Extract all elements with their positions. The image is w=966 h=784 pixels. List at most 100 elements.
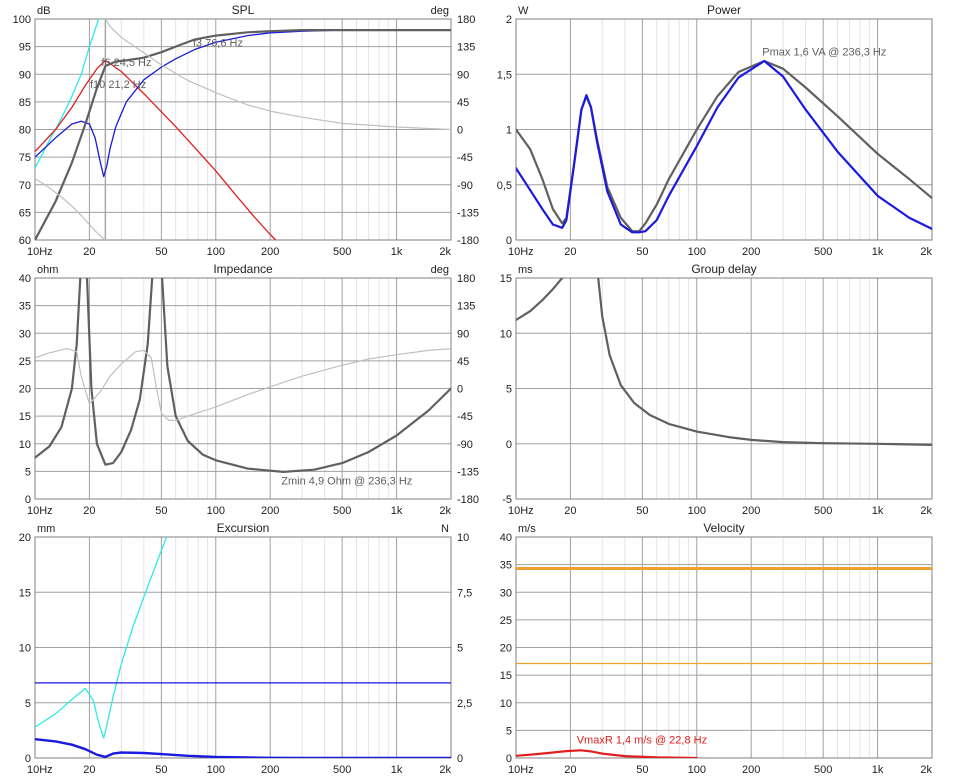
y2-tick-label: 0: [457, 384, 463, 396]
y-tick-label: 25: [19, 356, 31, 368]
y2-tick-label: -90: [457, 180, 473, 192]
x-tick-label: 20: [83, 246, 95, 258]
chart-canvas: f6 24,5 Hz f10 21,2 Hz f3 76,6 Hz SPL dB deg 1…: [13, 3, 933, 776]
right-axis-unit: deg: [431, 264, 449, 276]
y2-tick-label: -135: [457, 466, 479, 478]
y2-tick-label: 2,5: [457, 698, 472, 710]
x-tick-label: 200: [742, 505, 760, 517]
y2-tick-label: -180: [457, 494, 479, 506]
y-tick-label: 15: [19, 411, 31, 423]
x-tick-label: 100: [207, 505, 225, 517]
y-tick-label: 95: [19, 42, 31, 54]
y2-tick-label: -135: [457, 207, 479, 219]
x-tick-label: 2k: [439, 505, 451, 517]
y-tick-label: 15: [500, 670, 512, 682]
y2-tick-label: 0: [457, 125, 463, 137]
x-tick-label: 500: [333, 505, 351, 517]
y-tick-label: 20: [19, 532, 31, 544]
y-tick-label: 30: [500, 587, 512, 599]
x-tick-label: 10Hz: [508, 764, 534, 776]
x-tick-label: 200: [261, 246, 279, 258]
y2-tick-label: 10: [457, 532, 469, 544]
right-axis-unit: N: [441, 523, 449, 535]
y-tick-label: 1: [506, 125, 512, 137]
chart-panel-spl: f6 24,5 Hz f10 21,2 Hz f3 76,6 Hz SPL dB deg 1…: [13, 3, 479, 258]
y-tick-label: 90: [19, 69, 31, 81]
x-tick-label: 100: [688, 246, 706, 258]
chart-title: Excursion: [217, 521, 270, 535]
x-tick-label: 2k: [439, 764, 451, 776]
y2-tick-label: 0: [457, 753, 463, 765]
y2-tick-label: 5: [457, 643, 463, 655]
y-tick-label: 75: [19, 152, 31, 164]
y-tick-label: 0,5: [497, 180, 512, 192]
y-tick-label: 40: [19, 273, 31, 285]
y-tick-label: 0: [506, 235, 512, 247]
y-tick-label: 0: [25, 753, 31, 765]
chart-title: Group delay: [691, 262, 756, 276]
y2-tick-label: 45: [457, 356, 469, 368]
x-tick-label: 10Hz: [508, 505, 534, 517]
x-tick-label: 2k: [439, 246, 451, 258]
y2-tick-label: -45: [457, 411, 473, 423]
x-tick-label: 200: [742, 764, 760, 776]
y-tick-label: 20: [500, 643, 512, 655]
y-tick-label: 0: [506, 753, 512, 765]
x-tick-label: 50: [636, 246, 648, 258]
x-tick-label: 1k: [391, 246, 403, 258]
annotation-label: f3 76,6 Hz: [193, 38, 243, 50]
y-tick-label: 10: [500, 328, 512, 340]
series-line-2: [516, 749, 698, 758]
x-tick-label: 2k: [920, 246, 932, 258]
y2-tick-label: 7,5: [457, 587, 472, 599]
x-tick-label: 1k: [391, 505, 403, 517]
y-tick-label: 30: [19, 328, 31, 340]
x-tick-label: 20: [83, 764, 95, 776]
x-tick-label: 1k: [872, 246, 884, 258]
y-tick-label: 80: [19, 125, 31, 137]
x-tick-label: 100: [207, 246, 225, 258]
y2-tick-label: 180: [457, 273, 475, 285]
y-tick-label: 60: [19, 235, 31, 247]
x-tick-label: 50: [155, 505, 167, 517]
y-tick-label: 85: [19, 97, 31, 109]
x-tick-label: 2k: [920, 505, 932, 517]
annotation-label: Zmin 4,9 Ohm @ 236,3 Hz: [281, 476, 412, 488]
y-tick-label: 10: [19, 643, 31, 655]
x-tick-label: 1k: [872, 764, 884, 776]
y-tick-label: 40: [500, 532, 512, 544]
left-axis-unit: m/s: [518, 523, 536, 535]
y-tick-label: 15: [500, 273, 512, 285]
x-tick-label: 10Hz: [27, 505, 53, 517]
y2-tick-label: 135: [457, 42, 475, 54]
right-axis-unit: deg: [431, 5, 449, 17]
left-axis-unit: mm: [37, 523, 55, 535]
x-tick-label: 500: [814, 764, 832, 776]
y-tick-label: -5: [502, 494, 512, 506]
y-tick-label: 35: [500, 560, 512, 572]
x-tick-label: 2k: [920, 764, 932, 776]
chart-panel-impedance: Zmin 4,9 Ohm @ 236,3 Hz Impedance ohm deg 10…: [19, 262, 479, 517]
y2-tick-label: -180: [457, 235, 479, 247]
y-tick-label: 10: [19, 439, 31, 451]
x-tick-label: 200: [261, 505, 279, 517]
annotation-label: VmaxR 1,4 m/s @ 22,8 Hz: [577, 735, 707, 747]
left-axis-unit: ms: [518, 264, 533, 276]
series-line-0: [35, 537, 168, 739]
annotation-label: f6 24,5 Hz: [101, 57, 151, 69]
x-tick-label: 50: [636, 764, 648, 776]
series-line-1: [35, 59, 277, 240]
annotation-label: Pmax 1,6 VA @ 236,3 Hz: [762, 46, 886, 58]
y2-tick-label: 135: [457, 301, 475, 313]
x-tick-label: 500: [814, 505, 832, 517]
x-tick-label: 20: [83, 505, 95, 517]
y2-tick-label: -90: [457, 439, 473, 451]
x-tick-label: 10Hz: [27, 764, 53, 776]
left-axis-unit: ohm: [37, 264, 58, 276]
y-tick-label: 5: [25, 466, 31, 478]
y2-tick-label: 90: [457, 328, 469, 340]
chart-title: Power: [707, 3, 741, 17]
y-tick-label: 65: [19, 207, 31, 219]
y2-tick-label: 180: [457, 14, 475, 26]
x-tick-label: 50: [155, 246, 167, 258]
